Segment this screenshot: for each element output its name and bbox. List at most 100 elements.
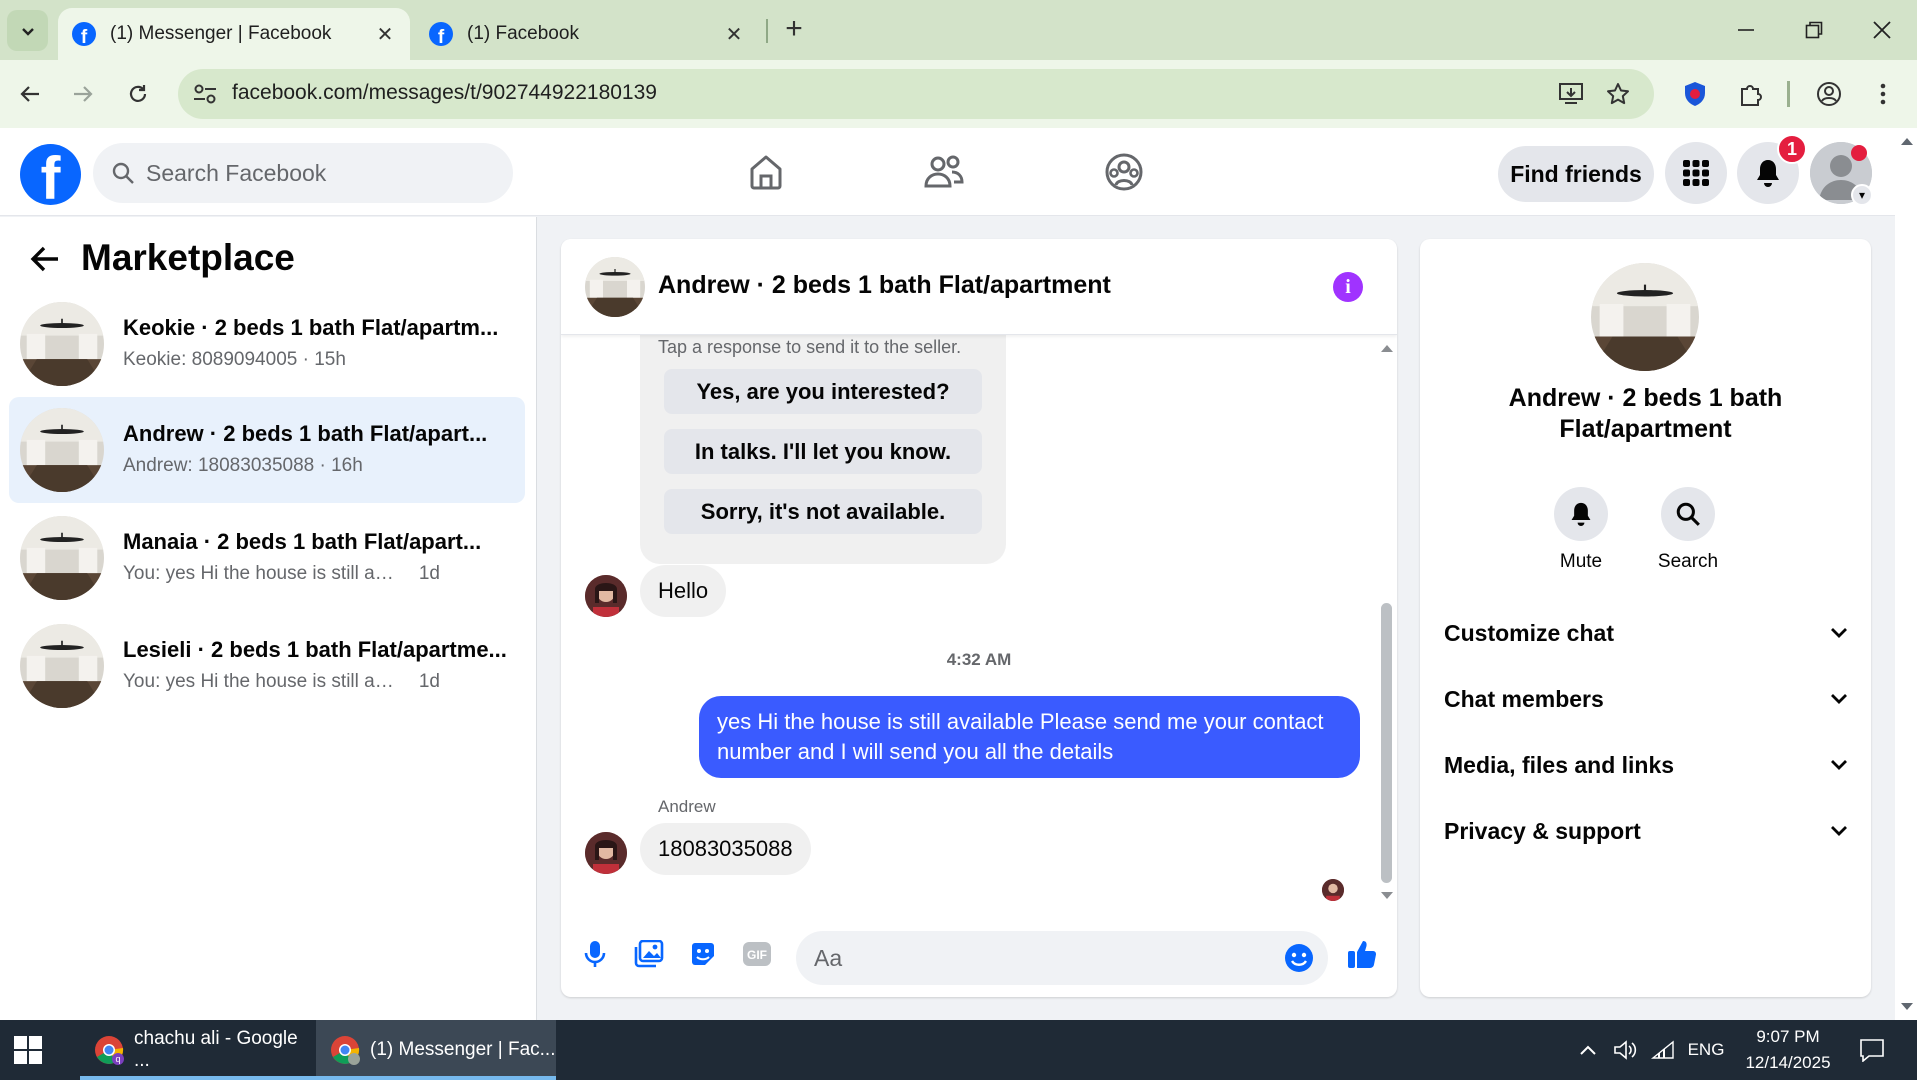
facebook-favicon-icon: f [429, 22, 453, 46]
page-scrollbar[interactable] [1895, 128, 1917, 1020]
section-customize-chat[interactable]: Customize chat [1444, 608, 1848, 658]
browser-menu-icon[interactable] [1866, 77, 1900, 111]
section-chat-members[interactable]: Chat members [1444, 674, 1848, 724]
photo-icon [634, 940, 664, 968]
bookmark-star-icon[interactable] [1603, 79, 1633, 109]
listing-thumbnail [20, 408, 104, 492]
arrow-left-icon [30, 246, 58, 272]
message-timestamp: 4:32 AM [946, 650, 1012, 669]
quick-reply-button[interactable]: Sorry, it's not available. [664, 489, 982, 534]
scroll-down-icon[interactable] [1900, 1002, 1914, 1012]
nav-groups[interactable] [1102, 150, 1146, 194]
minimize-button[interactable] [1712, 0, 1780, 60]
info-icon[interactable]: i [1333, 272, 1363, 302]
tab-facebook[interactable]: f (1) Facebook ✕ [415, 8, 759, 60]
voice-clip-button[interactable] [578, 937, 612, 971]
sticker-button[interactable] [686, 937, 720, 971]
tab-search-button[interactable] [7, 10, 48, 51]
close-window-button[interactable] [1848, 0, 1916, 60]
taskbar-messenger-window[interactable]: (1) Messenger | Fac... [316, 1020, 556, 1080]
quick-reply-button[interactable]: In talks. I'll let you know. [664, 429, 982, 474]
section-privacy-support[interactable]: Privacy & support [1444, 806, 1848, 856]
profile-avatar[interactable] [1591, 263, 1699, 371]
listing-thumbnail [20, 624, 104, 708]
close-icon[interactable]: ✕ [374, 22, 396, 47]
close-icon[interactable]: ✕ [723, 22, 745, 47]
conversation-item[interactable]: Manaia · 2 beds 1 bath Flat/apart... You… [9, 505, 525, 611]
facebook-logo[interactable]: f [20, 144, 81, 205]
mute-label: Mute [1559, 551, 1603, 572]
attach-photo-button[interactable] [632, 937, 666, 971]
chevron-down-icon [1831, 628, 1847, 638]
account-alert-dot [1851, 145, 1867, 161]
conversation-details-panel: Andrew · 2 beds 1 bath Flat/apartment Mu… [1420, 239, 1871, 997]
gif-icon: GIF [743, 942, 771, 966]
scroll-up-icon[interactable] [1900, 136, 1914, 146]
back-button[interactable] [27, 241, 63, 277]
taskbar-chrome-window[interactable]: q chachu ali - Google ... [80, 1020, 316, 1080]
conversation-preview: You: yes Hi the house is still available… [123, 563, 440, 584]
windows-start-icon[interactable] [14, 1036, 42, 1064]
quick-reply-hint: Tap a response to send it to the seller. [658, 337, 962, 357]
message-input[interactable] [814, 931, 1254, 985]
scroll-up-icon[interactable] [1380, 343, 1394, 353]
find-friends-button[interactable]: Find friends [1498, 146, 1654, 202]
nav-home[interactable] [744, 150, 788, 194]
install-app-icon[interactable] [1556, 79, 1586, 109]
search-input[interactable] [146, 143, 496, 203]
scroll-down-icon[interactable] [1380, 891, 1394, 901]
conversation-item[interactable]: Keokie · 2 beds 1 bath Flat/apartm... Ke… [9, 291, 525, 397]
section-media-files-links[interactable]: Media, files and links [1444, 740, 1848, 790]
groups-icon [1105, 153, 1143, 191]
reload-button[interactable] [118, 74, 158, 114]
input-language-indicator[interactable]: ENG [1684, 1020, 1728, 1080]
search-in-conversation-button[interactable]: Search [1643, 487, 1733, 573]
arrow-left-icon [20, 86, 39, 102]
home-icon [750, 155, 782, 190]
gif-button[interactable]: GIF [740, 937, 774, 971]
forward-button[interactable] [63, 74, 103, 114]
like-button[interactable] [1345, 937, 1379, 971]
chat-title[interactable]: Andrew · 2 beds 1 bath Flat/apartment [658, 271, 1111, 300]
extensions-puzzle-icon[interactable] [1734, 77, 1768, 111]
system-clock[interactable]: 9:07 PM 12/14/2025 [1733, 1024, 1843, 1076]
message-input-box[interactable] [796, 931, 1328, 985]
restore-button[interactable] [1780, 0, 1848, 60]
menu-button[interactable] [1665, 142, 1727, 204]
conversation-name: Manaia · 2 beds 1 bath Flat/apart... [123, 529, 482, 554]
scroll-thumb[interactable] [1381, 603, 1392, 883]
notification-count-badge: 1 [1777, 134, 1807, 164]
show-hidden-icons-button[interactable] [1576, 1020, 1600, 1080]
extension-shield-icon[interactable] [1678, 77, 1712, 111]
new-tab-button[interactable]: + [778, 14, 810, 46]
network-button[interactable] [1648, 1020, 1678, 1080]
chat-avatar[interactable] [585, 257, 645, 317]
site-settings-icon[interactable] [192, 82, 218, 106]
emoji-icon[interactable] [1284, 943, 1314, 973]
address-bar[interactable]: facebook.com/messages/t/902744922180139 [178, 69, 1654, 119]
minimize-icon [1738, 29, 1754, 31]
facebook-search[interactable] [93, 143, 513, 203]
marketplace-sidebar: Marketplace Keokie · 2 beds 1 bath Flat/… [0, 217, 537, 1020]
url-text: facebook.com/messages/t/902744922180139 [232, 81, 657, 104]
notification-center-icon [1860, 1039, 1884, 1062]
profile-icon[interactable] [1812, 77, 1846, 111]
back-button[interactable] [10, 74, 50, 114]
chat-panel: Andrew · 2 beds 1 bath Flat/apartment i … [561, 239, 1397, 997]
mute-button[interactable]: Mute [1536, 487, 1626, 573]
microphone-icon [584, 941, 606, 967]
chat-scrollbar[interactable] [1376, 335, 1397, 911]
chrome-icon [330, 1035, 360, 1065]
conversation-item-selected[interactable]: Andrew · 2 beds 1 bath Flat/apart... And… [9, 397, 525, 503]
search-label: Search [1657, 551, 1719, 572]
conversation-item[interactable]: Lesieli · 2 beds 1 bath Flat/apartme... … [9, 613, 525, 719]
message-bubble-outgoing: yes Hi the house is still available Plea… [699, 696, 1360, 778]
close-icon [1873, 21, 1891, 39]
notification-center-button[interactable] [1852, 1020, 1892, 1080]
chevron-down-icon[interactable]: ▾ [1851, 184, 1873, 206]
nav-friends[interactable] [922, 150, 966, 194]
windows-taskbar: q chachu ali - Google ... (1) Messenger … [0, 1020, 1917, 1080]
volume-button[interactable] [1610, 1020, 1640, 1080]
quick-reply-button[interactable]: Yes, are you interested? [664, 369, 982, 414]
tab-messenger[interactable]: f (1) Messenger | Facebook ✕ [58, 8, 410, 60]
